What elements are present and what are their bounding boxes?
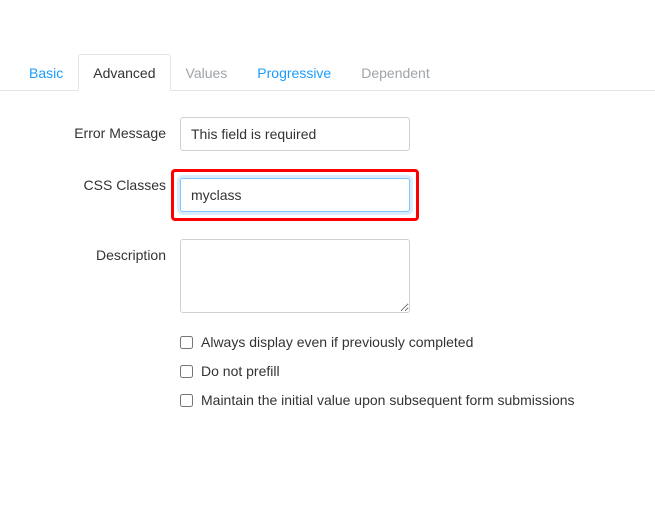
label-css-classes: CSS Classes [0, 169, 180, 193]
form-advanced: Error Message CSS Classes Description Al… [0, 91, 655, 408]
tab-advanced[interactable]: Advanced [78, 54, 170, 91]
highlight-css-classes [171, 169, 419, 221]
checkbox-row-always-display[interactable]: Always display even if previously comple… [0, 334, 655, 350]
checkbox-always-display[interactable] [180, 336, 193, 349]
tab-values[interactable]: Values [171, 54, 243, 91]
tab-basic[interactable]: Basic [14, 54, 78, 91]
label-description: Description [0, 239, 180, 263]
checkbox-maintain-initial[interactable] [180, 394, 193, 407]
checkbox-label-always-display: Always display even if previously comple… [201, 334, 473, 350]
textarea-description[interactable] [180, 239, 410, 313]
input-css-classes[interactable] [180, 178, 410, 212]
checkbox-label-maintain-initial: Maintain the initial value upon subseque… [201, 392, 575, 408]
label-error-message: Error Message [0, 117, 180, 141]
checkbox-row-do-not-prefill[interactable]: Do not prefill [0, 363, 655, 379]
checkbox-do-not-prefill[interactable] [180, 365, 193, 378]
checkbox-row-maintain-initial[interactable]: Maintain the initial value upon subseque… [0, 392, 655, 408]
tabs-bar: Basic Advanced Values Progressive Depend… [0, 54, 655, 91]
tab-dependent[interactable]: Dependent [346, 54, 445, 91]
tab-progressive[interactable]: Progressive [242, 54, 346, 91]
input-error-message[interactable] [180, 117, 410, 151]
checkbox-label-do-not-prefill: Do not prefill [201, 363, 280, 379]
